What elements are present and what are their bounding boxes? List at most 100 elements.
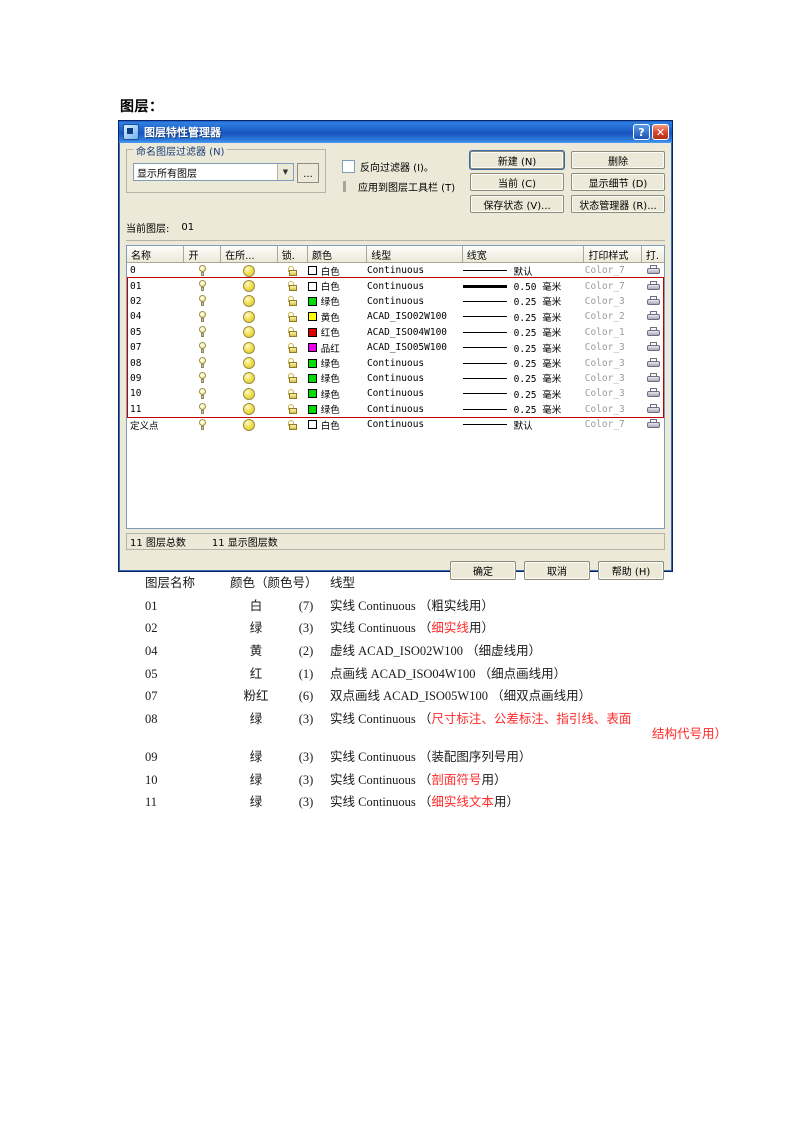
cell-linetype[interactable]: Continuous <box>367 278 463 293</box>
cell-lineweight[interactable]: 0.25 毫米 <box>462 355 585 370</box>
cell-plotstyle[interactable]: Color_2 <box>585 309 642 324</box>
lock-icon[interactable] <box>287 326 299 338</box>
column-header-on[interactable]: 开 <box>184 246 222 262</box>
cell-color[interactable]: 品红 <box>307 340 367 355</box>
column-header-lineweight[interactable]: 线宽 <box>462 246 585 262</box>
table-row[interactable]: 0 白色 Continuous 默认 Color_7 <box>127 263 664 278</box>
column-header-linetype[interactable]: 线型 <box>367 246 463 262</box>
lock-icon[interactable] <box>287 265 299 277</box>
cell-on[interactable] <box>185 386 221 401</box>
printer-icon[interactable] <box>646 342 660 353</box>
cell-color[interactable]: 绿色 <box>307 355 367 370</box>
cell-linetype[interactable]: Continuous <box>367 294 463 309</box>
table-row[interactable]: 01 白色 Continuous 0.50 毫米 Color_7 <box>127 278 664 293</box>
cell-on[interactable] <box>185 325 221 340</box>
cell-on[interactable] <box>185 309 221 324</box>
table-row[interactable]: 11 绿色 Continuous 0.25 毫米 Color_3 <box>127 402 664 417</box>
cell-plotstyle[interactable]: Color_3 <box>585 371 642 386</box>
printer-icon[interactable] <box>646 388 660 399</box>
printer-icon[interactable] <box>646 372 660 384</box>
cell-on[interactable] <box>185 417 221 432</box>
sun-icon[interactable] <box>243 403 256 416</box>
lightbulb-icon[interactable] <box>198 372 207 384</box>
cell-lock[interactable] <box>278 340 308 355</box>
lightbulb-icon[interactable] <box>198 280 207 292</box>
save-state-button[interactable]: 保存状态 (V)... <box>470 195 564 213</box>
table-row[interactable]: 定义点 白色 Continuous 默认 Color_7 <box>127 417 664 432</box>
cell-freeze[interactable] <box>221 340 278 355</box>
column-header-color[interactable]: 颜色 <box>308 246 368 262</box>
cell-color[interactable]: 红色 <box>307 325 367 340</box>
cell-plot[interactable] <box>642 309 664 324</box>
sun-icon[interactable] <box>243 264 256 277</box>
lock-icon[interactable] <box>287 357 299 369</box>
cell-lineweight[interactable]: 0.25 毫米 <box>462 386 585 401</box>
cell-on[interactable] <box>185 294 221 309</box>
printer-icon[interactable] <box>646 419 660 430</box>
cell-plotstyle[interactable]: Color_3 <box>585 402 642 417</box>
lightbulb-icon[interactable] <box>198 418 207 431</box>
cell-linetype[interactable]: Continuous <box>367 371 463 386</box>
cell-linetype[interactable]: ACAD_ISO05W100 <box>367 340 463 355</box>
cell-freeze[interactable] <box>221 417 278 432</box>
cell-on[interactable] <box>185 355 221 370</box>
lock-icon[interactable] <box>287 342 299 354</box>
cell-plot[interactable] <box>642 402 664 417</box>
cell-linetype[interactable]: Continuous <box>367 402 463 417</box>
filter-ellipsis-button[interactable]: ... <box>297 163 319 183</box>
filter-combo[interactable]: 显示所有图层 ▼ <box>133 163 294 181</box>
table-row[interactable]: 04 黄色 ACAD_ISO02W100 0.25 毫米 Color_2 <box>127 309 664 324</box>
cell-freeze[interactable] <box>221 325 278 340</box>
sun-icon[interactable] <box>243 341 256 354</box>
table-row[interactable]: 10 绿色 Continuous 0.25 毫米 Color_3 <box>127 386 664 401</box>
lock-icon[interactable] <box>287 311 299 323</box>
lightbulb-icon[interactable] <box>198 326 207 338</box>
cell-plot[interactable] <box>642 417 664 432</box>
column-header-freeze[interactable]: 在所... <box>221 246 278 262</box>
cell-on[interactable] <box>185 278 221 293</box>
apply-to-toolbar-checkbox[interactable]: 应用到图层工具栏 (T) <box>342 179 455 194</box>
sun-icon[interactable] <box>243 326 256 339</box>
sun-icon[interactable] <box>243 310 256 323</box>
printer-icon[interactable] <box>646 311 660 322</box>
delete-layer-button[interactable]: 删除 <box>571 151 665 169</box>
cell-plot[interactable] <box>642 278 664 293</box>
lock-icon[interactable] <box>287 280 299 292</box>
state-manager-button[interactable]: 状态管理器 (R)... <box>571 195 665 213</box>
cell-plotstyle[interactable]: Color_3 <box>585 386 642 401</box>
cell-lineweight[interactable]: 默认 <box>462 417 585 432</box>
close-icon[interactable]: ✕ <box>652 124 669 140</box>
cell-freeze[interactable] <box>221 263 278 278</box>
cell-linetype[interactable]: ACAD_ISO02W100 <box>367 309 463 324</box>
sun-icon[interactable] <box>243 372 256 385</box>
cell-freeze[interactable] <box>221 402 278 417</box>
cell-lock[interactable] <box>278 309 308 324</box>
cell-plotstyle[interactable]: Color_3 <box>585 294 642 309</box>
lightbulb-icon[interactable] <box>198 341 207 354</box>
cell-lock[interactable] <box>278 263 308 278</box>
cell-plotstyle[interactable]: Color_7 <box>585 263 642 278</box>
lightbulb-icon[interactable] <box>198 403 207 415</box>
column-header-plotstyle[interactable]: 打印样式 <box>584 246 642 262</box>
lightbulb-icon[interactable] <box>198 295 207 307</box>
layer-list[interactable]: 名称 开 在所... 锁. 颜色 线型 线宽 打印样式 打. 0 白色 Contin… <box>126 245 665 529</box>
cell-linetype[interactable]: Continuous <box>367 355 463 370</box>
cell-linetype[interactable]: Continuous <box>367 417 463 432</box>
printer-icon[interactable] <box>646 265 660 276</box>
lightbulb-icon[interactable] <box>198 310 207 323</box>
cell-lock[interactable] <box>278 325 308 340</box>
cell-color[interactable]: 绿色 <box>307 402 367 417</box>
cell-lock[interactable] <box>278 278 308 293</box>
cell-color[interactable]: 白色 <box>307 417 367 432</box>
help-icon[interactable]: ? <box>633 124 650 140</box>
cell-plotstyle[interactable]: Color_3 <box>585 355 642 370</box>
cell-freeze[interactable] <box>221 355 278 370</box>
cell-on[interactable] <box>185 402 221 417</box>
set-current-button[interactable]: 当前 (C) <box>470 173 564 191</box>
cell-lineweight[interactable]: 0.25 毫米 <box>462 340 585 355</box>
printer-icon[interactable] <box>646 403 660 415</box>
column-header-plot[interactable]: 打. <box>641 246 664 262</box>
cell-lineweight[interactable]: 0.50 毫米 <box>462 278 585 293</box>
sun-icon[interactable] <box>243 418 256 431</box>
table-row[interactable]: 08 绿色 Continuous 0.25 毫米 Color_3 <box>127 355 664 370</box>
